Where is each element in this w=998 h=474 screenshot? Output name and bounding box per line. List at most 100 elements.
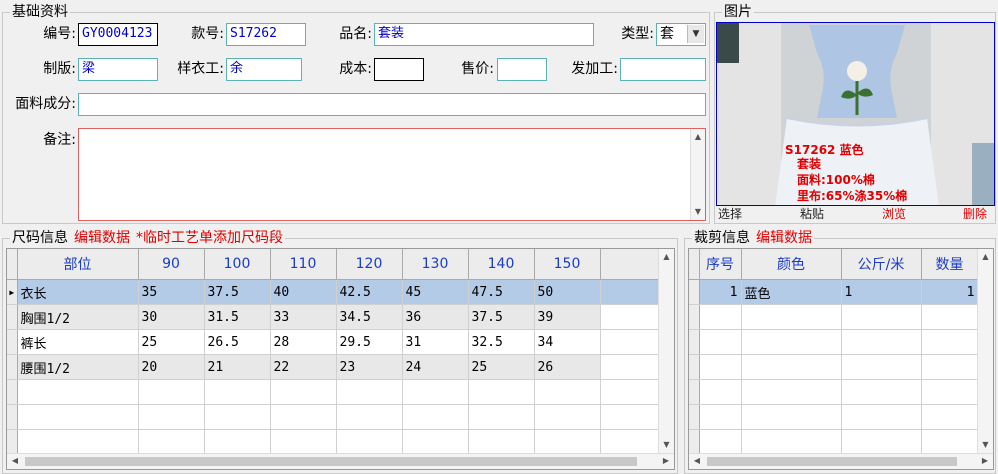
cut-cell[interactable] (699, 304, 742, 330)
size-cell[interactable]: 34 (534, 329, 601, 355)
table-row[interactable] (689, 304, 979, 330)
style-field[interactable]: S17262 (226, 23, 306, 46)
size-cell[interactable] (468, 404, 535, 430)
size-cell[interactable]: 胸围1/2 (17, 304, 139, 330)
table-row[interactable]: 裤长 25 26.5 28 29.5 31 32.5 34 (7, 329, 659, 355)
size-cell[interactable] (17, 429, 139, 455)
cut-grid[interactable]: 序号 颜色 公斤/米 数量 1 蓝色 1 1 ▲ ▼ ◀ ▶ (688, 248, 994, 470)
size-cell[interactable] (468, 429, 535, 455)
size-cell[interactable]: 28 (270, 329, 337, 355)
product-photo[interactable]: S17262 蓝色 套装 面料:100%棉 里布:65%涤35%棉 (716, 22, 995, 206)
cut-col-kgm[interactable]: 公斤/米 (841, 249, 922, 280)
table-row[interactable] (689, 354, 979, 380)
size-grid[interactable]: 部位 90 100 110 120 130 140 150 ▶ 衣长 35 37… (6, 248, 675, 470)
table-row[interactable]: ▶ 衣长 35 37.5 40 42.5 45 47.5 50 (7, 279, 659, 305)
size-cell[interactable]: 37.5 (204, 279, 271, 305)
table-row[interactable]: 腰围1/2 20 21 22 23 24 25 26 (7, 354, 659, 380)
size-cell[interactable]: 42.5 (336, 279, 403, 305)
size-cell[interactable]: 25 (138, 329, 205, 355)
cut-cell[interactable] (841, 429, 922, 455)
size-col-140[interactable]: 140 (468, 249, 535, 280)
cut-cell[interactable] (841, 379, 922, 405)
cut-cell[interactable] (921, 329, 979, 355)
size-cell[interactable]: 33 (270, 304, 337, 330)
scroll-left-icon[interactable]: ◀ (689, 454, 705, 469)
cut-cell[interactable] (841, 354, 922, 380)
size-col-150[interactable]: 150 (534, 249, 601, 280)
size-cell[interactable] (204, 429, 271, 455)
size-cell[interactable]: 20 (138, 354, 205, 380)
size-cell[interactable] (402, 404, 469, 430)
cut-cell[interactable] (921, 304, 979, 330)
cut-cell[interactable] (699, 404, 742, 430)
size-cell[interactable]: 50 (534, 279, 601, 305)
size-col-110[interactable]: 110 (270, 249, 337, 280)
scroll-down-icon[interactable]: ▼ (691, 204, 705, 220)
cut-grid-hscroll[interactable]: ◀ ▶ (689, 453, 993, 469)
chevron-down-icon[interactable]: ▼ (687, 25, 704, 43)
cut-cell[interactable] (741, 379, 842, 405)
size-cell[interactable]: 22 (270, 354, 337, 380)
table-row[interactable] (689, 429, 979, 455)
cut-cell[interactable] (699, 379, 742, 405)
size-cell[interactable] (138, 429, 205, 455)
cut-cell[interactable] (921, 354, 979, 380)
scroll-up-icon[interactable]: ▲ (691, 129, 705, 145)
size-col-100[interactable]: 100 (204, 249, 271, 280)
size-cell[interactable] (17, 379, 139, 405)
size-cell[interactable]: 40 (270, 279, 337, 305)
scroll-down-icon[interactable]: ▼ (659, 437, 674, 453)
cut-col-index[interactable]: 序号 (699, 249, 742, 280)
size-cell[interactable] (204, 404, 271, 430)
cut-cell[interactable] (699, 429, 742, 455)
sample-field[interactable]: 余 (226, 58, 302, 81)
cut-cell[interactable] (841, 404, 922, 430)
cut-cell[interactable] (741, 304, 842, 330)
cut-cell[interactable] (699, 354, 742, 380)
size-col-120[interactable]: 120 (336, 249, 403, 280)
size-cell[interactable]: 23 (336, 354, 403, 380)
cut-cell[interactable]: 1 (699, 279, 742, 305)
table-row[interactable] (689, 379, 979, 405)
cut-col-color[interactable]: 颜色 (741, 249, 842, 280)
cut-cell[interactable] (921, 379, 979, 405)
cut-col-qty[interactable]: 数量 (921, 249, 979, 280)
scroll-right-icon[interactable]: ▶ (977, 454, 993, 469)
remark-scrollbar[interactable]: ▲ ▼ (690, 129, 705, 220)
size-cell[interactable]: 39 (534, 304, 601, 330)
size-cell[interactable] (336, 429, 403, 455)
size-edit-link[interactable]: 编辑数据 (74, 230, 130, 246)
scroll-left-icon[interactable]: ◀ (7, 454, 23, 469)
cut-cell[interactable] (741, 429, 842, 455)
table-row[interactable] (689, 404, 979, 430)
size-cell[interactable]: 26 (534, 354, 601, 380)
cut-cell[interactable] (741, 354, 842, 380)
cut-grid-vscroll[interactable]: ▲ ▼ (977, 249, 993, 453)
size-cell[interactable] (270, 379, 337, 405)
size-cell[interactable]: 34.5 (336, 304, 403, 330)
size-cell[interactable]: 21 (204, 354, 271, 380)
size-col-130[interactable]: 130 (402, 249, 469, 280)
size-col-90[interactable]: 90 (138, 249, 205, 280)
name-field[interactable]: 套装 (374, 23, 594, 46)
size-cell[interactable] (534, 404, 601, 430)
size-cell[interactable]: 35 (138, 279, 205, 305)
table-row[interactable] (7, 404, 659, 430)
table-row[interactable] (689, 329, 979, 355)
photo-select-button[interactable]: 选择 (718, 207, 742, 221)
price-field[interactable] (497, 58, 547, 81)
processor-field[interactable] (620, 58, 706, 81)
size-cell[interactable] (402, 379, 469, 405)
cut-cell[interactable] (741, 329, 842, 355)
size-cell[interactable]: 32.5 (468, 329, 535, 355)
size-cell[interactable] (270, 429, 337, 455)
cut-cell[interactable] (699, 329, 742, 355)
size-cell[interactable]: 衣长 (17, 279, 139, 305)
photo-browse-button[interactable]: 浏览 (882, 207, 906, 221)
size-cell[interactable]: 31.5 (204, 304, 271, 330)
size-cell[interactable]: 47.5 (468, 279, 535, 305)
table-row[interactable] (7, 429, 659, 455)
cut-cell[interactable] (921, 404, 979, 430)
type-select[interactable]: 套 ▼ (656, 23, 706, 46)
size-cell[interactable]: 30 (138, 304, 205, 330)
